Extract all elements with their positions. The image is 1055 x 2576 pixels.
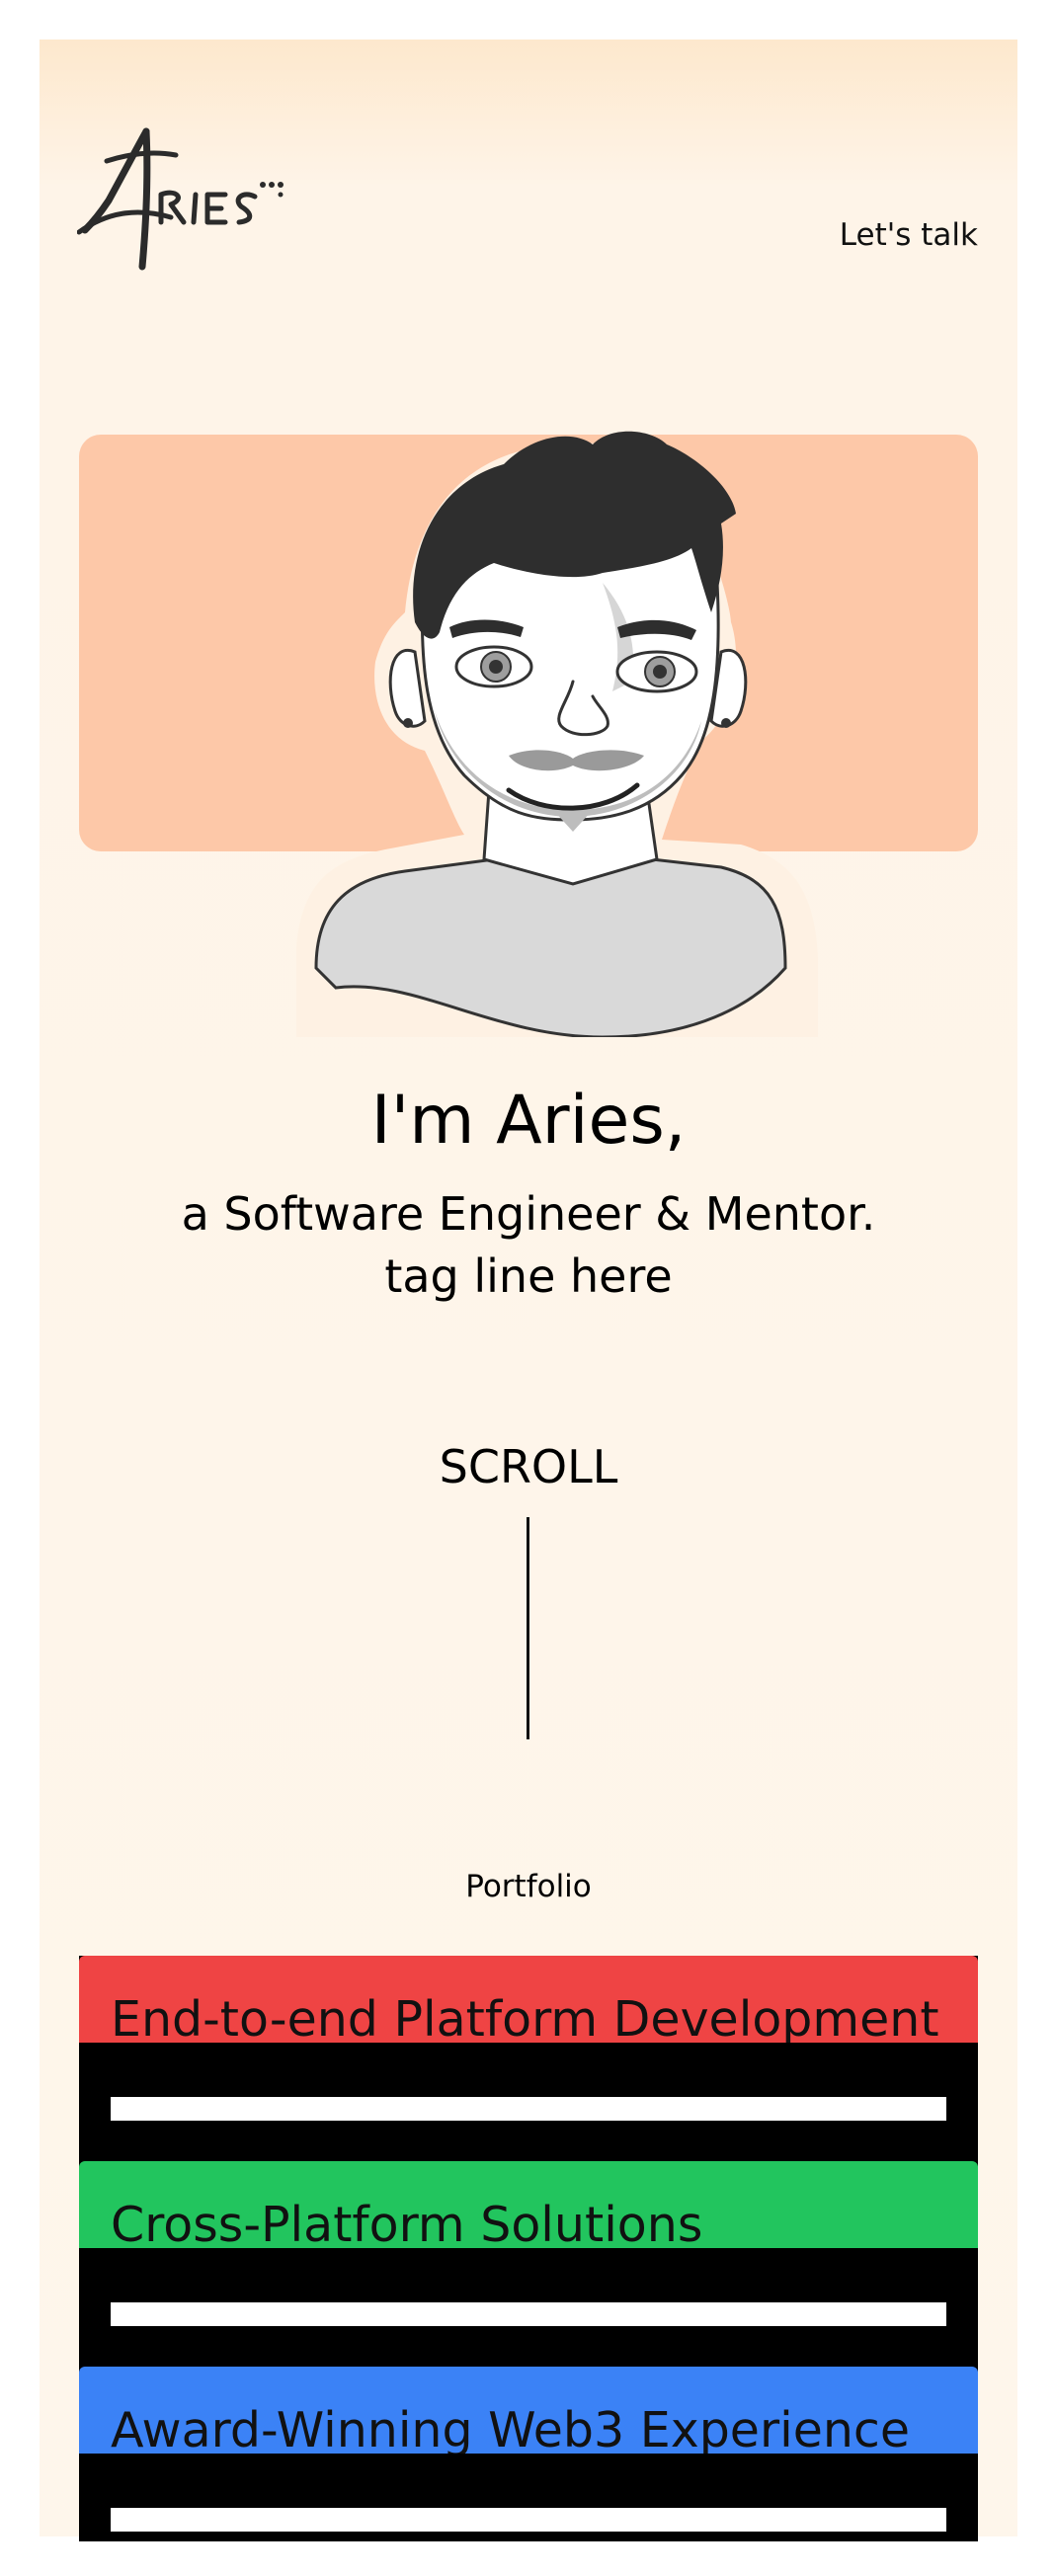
portfolio-card-header: Cross-Platform Solutions: [79, 2161, 978, 2248]
portfolio-card[interactable]: End-to-end Platform Development: [79, 1956, 978, 2161]
aries-logo[interactable]: [77, 114, 289, 282]
portfolio-card-header: End-to-end Platform Development: [79, 1956, 978, 2043]
portfolio-card-title: Cross-Platform Solutions: [111, 2197, 703, 2248]
portfolio-card[interactable]: Award-Winning Web3 Experience: [79, 2367, 978, 2572]
scroll-indicator-line: [527, 1517, 529, 1739]
avatar-illustration: [296, 431, 818, 1037]
portfolio-card-header: Award-Winning Web3 Experience: [79, 2367, 978, 2454]
intro-heading: I'm Aries,: [370, 1082, 687, 1160]
lets-talk-link[interactable]: Let's talk: [840, 217, 978, 253]
portfolio-card-bar: [111, 2097, 946, 2121]
scroll-label: SCROLL: [439, 1440, 618, 1493]
portfolio-card-title: Award-Winning Web3 Experience: [111, 2402, 911, 2454]
page: Let's talk I'm Aries, a Software Enginee…: [40, 40, 1017, 2541]
portfolio-label: Portfolio: [465, 1869, 592, 1904]
portfolio-card-bar: [111, 2302, 946, 2326]
portfolio-card-bar: [111, 2508, 946, 2532]
intro-role: a Software Engineer & Mentor.: [181, 1187, 876, 1241]
portfolio-card-title: End-to-end Platform Development: [111, 1991, 939, 2043]
intro-tagline: tag line here: [384, 1249, 673, 1303]
portfolio-list: End-to-end Platform Development Cross-Pl…: [79, 1956, 978, 2541]
portfolio-card[interactable]: Cross-Platform Solutions: [79, 2161, 978, 2367]
